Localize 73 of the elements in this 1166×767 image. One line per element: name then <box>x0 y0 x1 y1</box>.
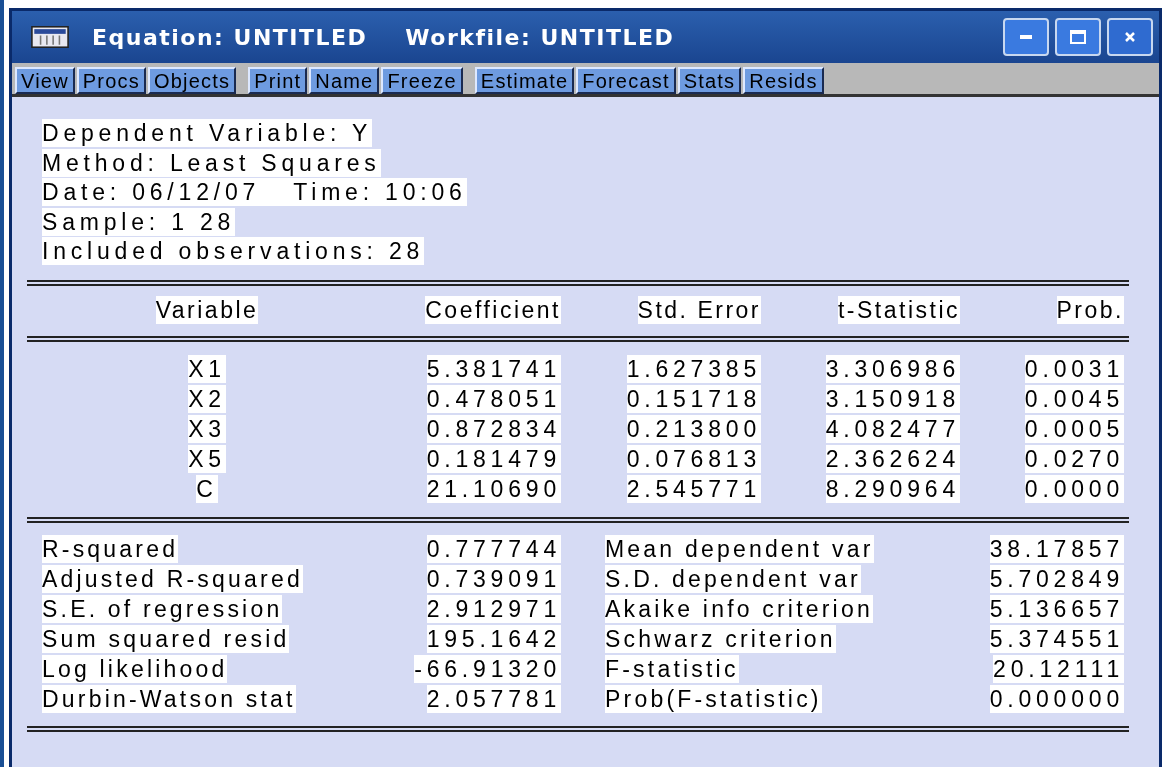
table-cell: X3 <box>188 414 226 443</box>
statistic-value: -66.91320 <box>414 654 561 683</box>
table-cell: 0.872834 <box>426 414 561 443</box>
table-cell: 1.627385 <box>626 354 761 383</box>
minimize-button[interactable] <box>1003 18 1049 56</box>
toolbar-button[interactable]: Forecast <box>576 67 676 94</box>
statistic-label: S.E. of regression <box>42 594 283 623</box>
toolbar-button[interactable]: Estimate <box>474 67 575 94</box>
column-header: Variable <box>155 295 259 324</box>
table-cell: 21.10690 <box>426 474 561 503</box>
table-cell: 0.076813 <box>626 444 761 473</box>
table-cell: 8.290964 <box>825 474 960 503</box>
column-header: t-Statistic <box>837 295 960 324</box>
table-cell: 4.082477 <box>825 414 960 443</box>
table-cell: 0.0005 <box>1024 414 1124 443</box>
toolbar-button[interactable]: View <box>15 67 75 94</box>
statistic-label: S.D. dependent var <box>605 564 861 593</box>
statistic-value: 38.17857 <box>989 534 1124 563</box>
toolbar-button[interactable]: Print <box>248 67 308 94</box>
statistic-value: 5.702849 <box>989 564 1124 593</box>
table-cell: 0.0031 <box>1024 354 1124 383</box>
statistic-label: Sum squared resid <box>42 624 290 653</box>
statistic-label: Adjusted R-squared <box>42 564 303 593</box>
statistic-value: 0.739091 <box>426 564 561 593</box>
workfile-title: Workfile: UNTITLED <box>405 24 675 50</box>
table-cell: 2.545771 <box>626 474 761 503</box>
column-header: Coefficient <box>425 295 561 324</box>
close-button[interactable] <box>1107 18 1153 56</box>
statistic-label: Akaike info criterion <box>605 594 873 623</box>
statistic-label: Durbin-Watson stat <box>42 684 296 713</box>
table-cell: 0.0045 <box>1024 384 1124 413</box>
table-cell: X2 <box>188 384 226 413</box>
table-cell: X1 <box>188 354 226 383</box>
statistic-value: 2.912971 <box>426 594 561 623</box>
table-cell: 0.0000 <box>1024 474 1124 503</box>
statistic-label: R-squared <box>42 534 179 563</box>
statistic-value: 2.057781 <box>426 684 561 713</box>
statistic-label: Prob(F-statistic) <box>605 684 822 713</box>
table-cell: 3.150918 <box>825 384 960 413</box>
table-cell: 0.151718 <box>626 384 761 413</box>
column-header: Std. Error <box>637 295 761 324</box>
statistic-label: Schwarz criterion <box>605 624 836 653</box>
table-cell: 0.213800 <box>626 414 761 443</box>
table-cell: X5 <box>188 444 226 473</box>
table-cell: 0.478051 <box>426 384 561 413</box>
table-cell: 3.306986 <box>825 354 960 383</box>
table-cell: 0.0270 <box>1024 444 1124 473</box>
toolbar-button[interactable]: Resids <box>743 67 824 94</box>
statistic-label: F-statistic <box>605 654 739 683</box>
statistic-label: Mean dependent var <box>605 534 874 563</box>
statistic-value: 20.12111 <box>993 654 1124 683</box>
table-cell: 0.181479 <box>426 444 561 473</box>
toolbar-button[interactable]: Name <box>309 67 380 94</box>
toolbar-button[interactable]: Procs <box>76 67 146 94</box>
statistic-value: 5.374551 <box>989 624 1124 653</box>
maximize-icon <box>1070 30 1086 44</box>
statistic-label: Log likelihood <box>42 654 228 683</box>
window-title: Equation: UNTITLED <box>92 24 368 50</box>
table-cell: C <box>196 474 218 503</box>
statistic-value: 5.136657 <box>989 594 1124 623</box>
toolbar-button[interactable]: Stats <box>677 67 742 94</box>
statistic-value: 0.000000 <box>989 684 1124 713</box>
column-header: Prob. <box>1056 295 1124 324</box>
statistic-value: 195.1642 <box>426 624 561 653</box>
close-icon <box>1124 31 1136 43</box>
toolbar-button[interactable]: Freeze <box>381 67 463 94</box>
statistic-value: 0.777744 <box>426 534 561 563</box>
minimize-icon <box>1020 35 1032 39</box>
table-cell: 2.362624 <box>825 444 960 473</box>
maximize-button[interactable] <box>1055 18 1101 56</box>
window-icon <box>28 26 72 48</box>
toolbar-button[interactable]: Objects <box>147 67 237 94</box>
table-cell: 5.381741 <box>426 354 561 383</box>
